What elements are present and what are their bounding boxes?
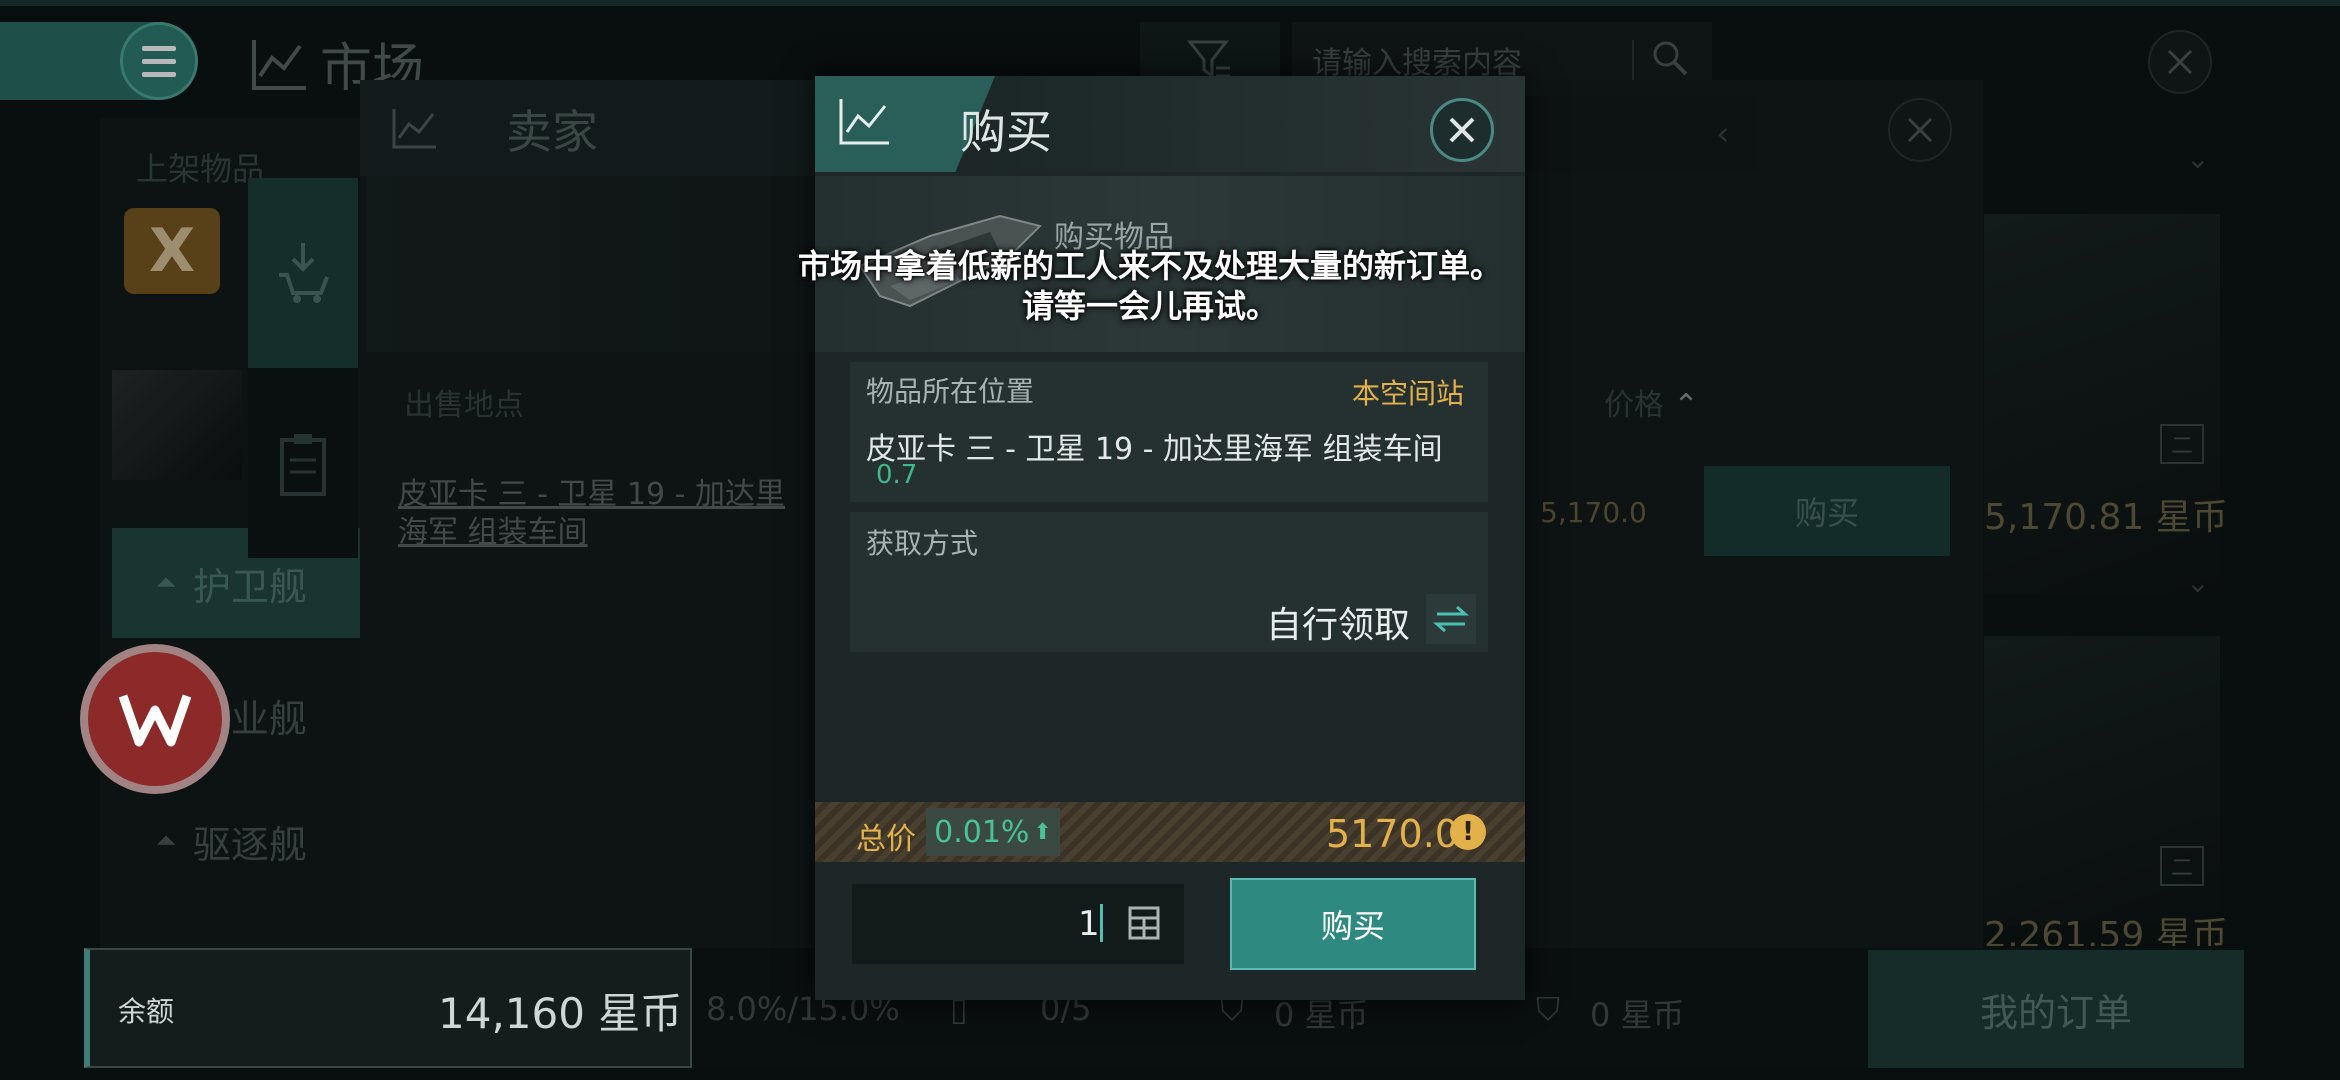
total-percent: 0.01% bbox=[934, 814, 1030, 850]
buy-dialog-title: 购买 bbox=[960, 105, 1052, 159]
buy-chart-icon bbox=[839, 99, 889, 145]
acquire-value: 自行领取 bbox=[1266, 605, 1411, 646]
location-name: 皮亚卡 三 - 卫星 19 - 加达里海军 组装车间 bbox=[866, 432, 1443, 467]
location-title: 物品所在位置 bbox=[866, 375, 1035, 408]
balance-value: 14,160 星币 bbox=[438, 989, 683, 1038]
toast-line-1: 市场中拿着低薪的工人来不及处理大量的新订单。 bbox=[797, 247, 1502, 285]
balance-label: 余额 bbox=[118, 995, 175, 1028]
text-cursor bbox=[1100, 904, 1103, 942]
acquire-title: 获取方式 bbox=[866, 527, 979, 560]
location-badge: 本空间站 bbox=[1352, 377, 1465, 410]
quantity-value: 1 bbox=[1078, 904, 1100, 944]
wps-floating-logo[interactable] bbox=[80, 644, 230, 794]
arrow-up-icon: ⬆ bbox=[1033, 819, 1052, 845]
toast-line-2: 请等一会儿再试。 bbox=[1021, 287, 1278, 325]
close-icon bbox=[1449, 117, 1475, 143]
buy-dialog-close-button[interactable] bbox=[1430, 98, 1494, 162]
swap-arrows-icon bbox=[1433, 605, 1469, 633]
toast-message: 市场中拿着低薪的工人来不及处理大量的新订单。 请等一会儿再试。 bbox=[700, 246, 1600, 326]
wps-w-icon bbox=[118, 694, 192, 747]
security-status: 0.7 bbox=[876, 460, 918, 490]
calculator-icon[interactable] bbox=[1128, 906, 1160, 940]
buy-confirm-button[interactable]: 购买 bbox=[1230, 878, 1476, 970]
acquire-swap-button[interactable] bbox=[1426, 594, 1476, 644]
total-label: 总价 bbox=[856, 822, 916, 857]
total-percent-badge: 0.01% ⬆ bbox=[926, 808, 1060, 856]
warning-icon[interactable]: ! bbox=[1450, 814, 1486, 850]
total-value: 5170.0 bbox=[1326, 812, 1459, 856]
